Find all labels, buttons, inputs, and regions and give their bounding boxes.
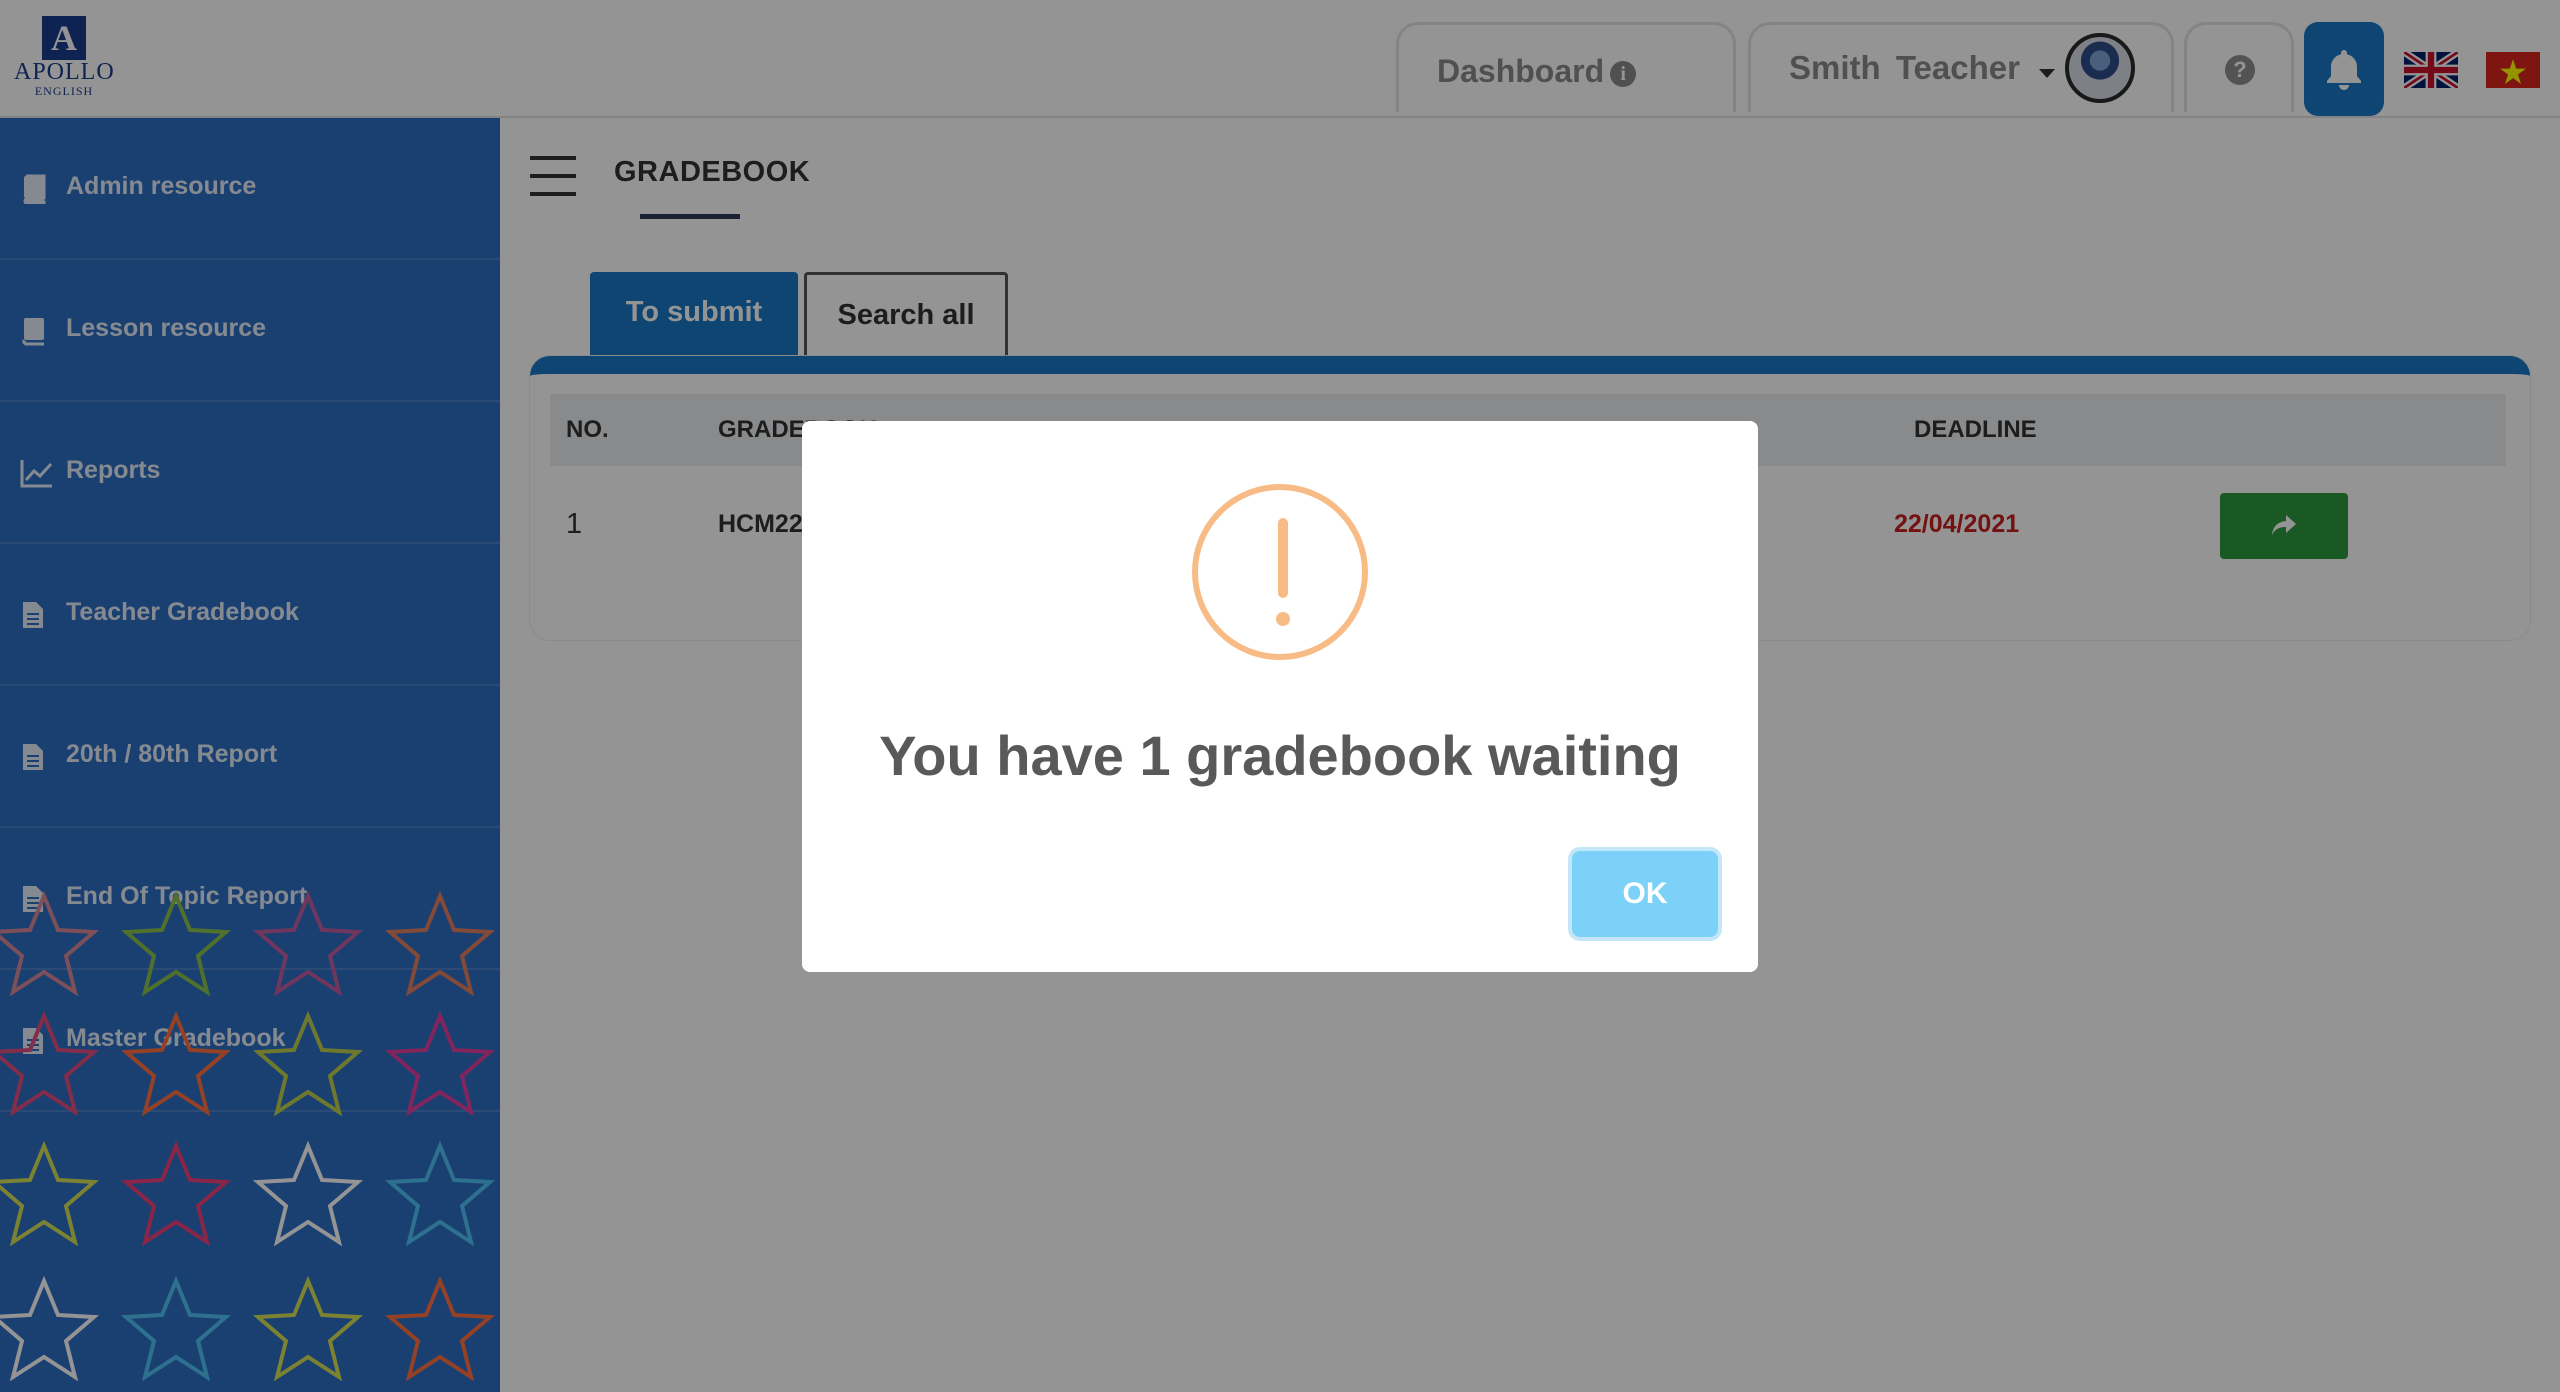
warning-icon-line xyxy=(1278,518,1288,598)
warning-icon-dot xyxy=(1276,612,1290,626)
alert-dialog: You have 1 gradebook waiting OK xyxy=(802,421,1758,972)
ok-button[interactable]: OK xyxy=(1572,851,1718,937)
warning-icon xyxy=(1192,484,1368,660)
dialog-title: You have 1 gradebook waiting xyxy=(879,724,1681,787)
